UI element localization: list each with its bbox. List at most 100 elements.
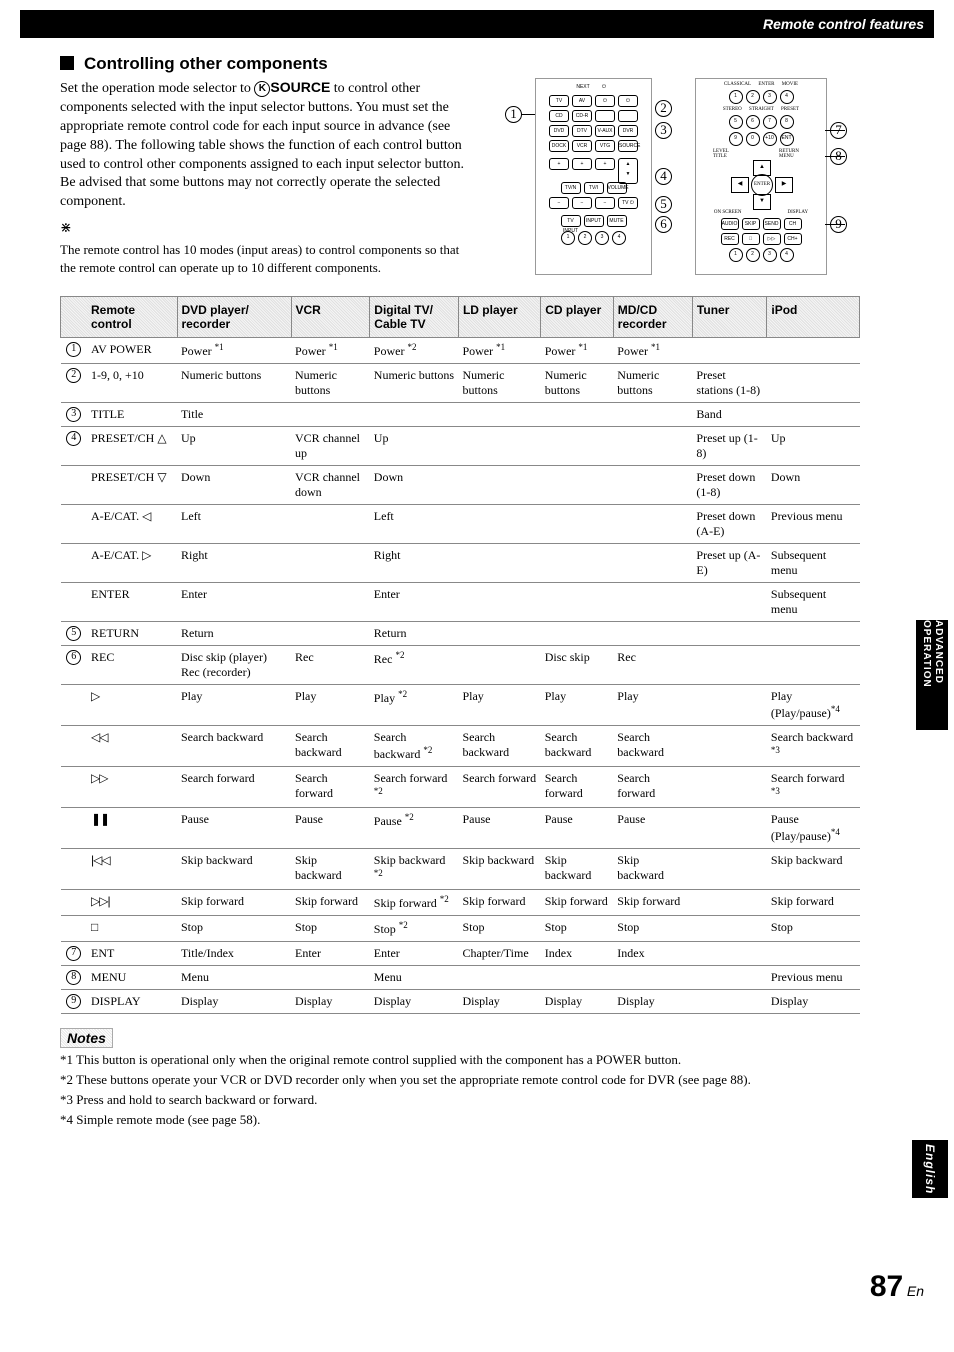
table-cell <box>692 622 766 646</box>
remote-right-box: CLASSICAL ENTER MOVIE 1234 STEREO STRAIG… <box>695 78 827 275</box>
table-cell <box>458 622 540 646</box>
table-cell: Play <box>613 685 692 726</box>
table-cell <box>613 403 692 427</box>
rew-icon: ◁◁ <box>91 730 107 744</box>
table-cell: A-E/CAT. ▷ <box>87 544 177 583</box>
page-number-value: 87 <box>870 1270 903 1303</box>
table-cell: Skip backward <box>458 849 540 890</box>
table-cell: Search backward <box>458 726 540 767</box>
table-row: 4PRESET/CH △UpVCR channel upUpPreset up … <box>61 427 860 466</box>
col-header: iPod <box>767 297 860 338</box>
table-cell: Skip backward <box>291 849 370 890</box>
table-cell: ENT <box>87 942 177 966</box>
table-row: PRESET/CH ▽DownVCR channel downDownPrese… <box>61 466 860 505</box>
table-cell: Display <box>613 990 692 1014</box>
table-cell <box>291 622 370 646</box>
table-cell <box>458 403 540 427</box>
table-cell: Display <box>370 990 459 1014</box>
table-cell: Right <box>177 544 291 583</box>
table-cell: Stop <box>541 916 614 942</box>
table-cell <box>458 544 540 583</box>
table-cell <box>692 767 766 808</box>
table-cell: Pause <box>613 808 692 849</box>
table-cell <box>767 646 860 685</box>
table-cell: Power *1 <box>458 338 540 364</box>
table-row: ❚❚PausePausePause *2PausePausePausePause… <box>61 808 860 849</box>
intro-text-b: to control other components selected wit… <box>60 81 464 209</box>
table-cell <box>767 622 860 646</box>
table-cell <box>692 966 766 990</box>
table-cell: Subsequent menu <box>767 583 860 622</box>
table-cell: Display <box>291 990 370 1014</box>
table-cell: Chapter/Time <box>458 942 540 966</box>
table-cell: VCR channel up <box>291 427 370 466</box>
bullet-square-icon <box>60 56 74 70</box>
table-cell <box>291 966 370 990</box>
table-cell <box>541 466 614 505</box>
table-row: 8MENUMenuMenuPrevious menu <box>61 966 860 990</box>
table-cell: Skip forward <box>291 890 370 916</box>
table-row: 7ENTTitle/IndexEnterEnterChapter/TimeInd… <box>61 942 860 966</box>
callout-5: 5 <box>655 196 672 213</box>
table-cell: Stop <box>458 916 540 942</box>
table-cell: Enter <box>370 583 459 622</box>
table-cell: PRESET/CH ▽ <box>87 466 177 505</box>
table-cell: 1-9, 0, +10 <box>87 364 177 403</box>
table-cell: Search backward <box>177 726 291 767</box>
side-tab-english: English <box>912 1140 948 1198</box>
note-2: *2 These buttons operate your VCR or DVD… <box>60 1072 924 1088</box>
table-cell <box>767 364 860 403</box>
table-cell: Power *1 <box>613 338 692 364</box>
table-cell: Search backward *3 <box>767 726 860 767</box>
table-cell: Numeric buttons <box>613 364 692 403</box>
table-cell: Down <box>767 466 860 505</box>
table-cell: Stop <box>767 916 860 942</box>
table-cell <box>541 427 614 466</box>
table-cell: Up <box>767 427 860 466</box>
function-table: Remote controlDVD player/ recorderVCRDig… <box>60 296 860 1014</box>
table-cell: Display <box>177 990 291 1014</box>
table-cell <box>291 583 370 622</box>
table-cell: Preset up (1-8) <box>692 427 766 466</box>
table-cell: Skip forward <box>541 890 614 916</box>
table-cell: Skip forward <box>613 890 692 916</box>
table-row: A-E/CAT. ◁LeftLeftPreset down (A-E)Previ… <box>61 505 860 544</box>
table-row: 3TITLETitleBand <box>61 403 860 427</box>
col-header: Remote control <box>87 297 177 338</box>
table-cell: Enter <box>291 942 370 966</box>
col-header: DVD player/ recorder <box>177 297 291 338</box>
table-cell: Stop <box>613 916 692 942</box>
table-cell: ▷▷ <box>87 767 177 808</box>
table-cell: PRESET/CH △ <box>87 427 177 466</box>
table-cell: Down <box>370 466 459 505</box>
table-cell <box>613 544 692 583</box>
table-cell <box>692 890 766 916</box>
table-cell <box>458 466 540 505</box>
table-cell <box>613 466 692 505</box>
table-cell: Pause <box>177 808 291 849</box>
table-row: |◁◁Skip backwardSkip backwardSkip backwa… <box>61 849 860 890</box>
table-cell: Enter <box>177 583 291 622</box>
table-cell <box>541 583 614 622</box>
table-cell: Stop <box>177 916 291 942</box>
tip-icon: ⋇ <box>60 221 72 236</box>
table-cell: ◁◁ <box>87 726 177 767</box>
skipf-icon: ▷▷| <box>91 894 110 908</box>
table-cell: DISPLAY <box>87 990 177 1014</box>
table-row: ENTEREnterEnterSubsequent menu <box>61 583 860 622</box>
table-cell: Index <box>541 942 614 966</box>
col-header: CD player <box>541 297 614 338</box>
table-cell: Stop <box>291 916 370 942</box>
table-cell: Search forward <box>458 767 540 808</box>
table-cell: Up <box>370 427 459 466</box>
table-cell <box>291 505 370 544</box>
page-number: 87 En <box>870 1270 924 1304</box>
table-cell <box>613 427 692 466</box>
table-cell <box>692 646 766 685</box>
table-cell: Play <box>291 685 370 726</box>
table-cell: Search forward *3 <box>767 767 860 808</box>
table-cell: ❚❚ <box>87 808 177 849</box>
table-cell <box>692 726 766 767</box>
table-cell: Numeric buttons <box>177 364 291 403</box>
table-cell: Pause (Play/pause)*4 <box>767 808 860 849</box>
